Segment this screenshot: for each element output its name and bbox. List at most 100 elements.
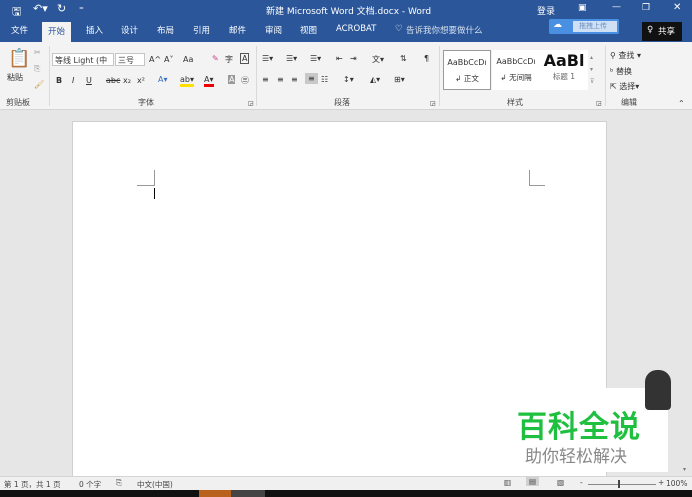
web-layout-icon[interactable]: ▧ — [557, 478, 564, 487]
tell-me-input[interactable]: 告诉我你想要做什么 — [406, 24, 483, 36]
tab-file[interactable]: 文件 — [11, 24, 28, 36]
paste-icon[interactable]: 📋 — [8, 48, 30, 69]
tab-mailings[interactable]: 邮件 — [229, 24, 246, 36]
tab-insert[interactable]: 插入 — [86, 24, 103, 36]
shading-icon[interactable]: ◭▾ — [370, 75, 380, 84]
enclose-char-icon[interactable]: ㊂ — [241, 75, 249, 86]
highlight-icon[interactable]: ab▾ — [180, 75, 194, 87]
font-size-select[interactable]: 三号 — [115, 53, 145, 66]
style-normal[interactable]: AaBbCcDı ↲ 正文 — [443, 50, 491, 90]
styles-scroll-icon[interactable]: ▴ ▾ ⊽ — [590, 52, 594, 88]
style-heading-1[interactable]: AaBl 标题 1 — [540, 50, 588, 90]
print-layout-icon[interactable]: ▤ — [526, 477, 540, 486]
style-no-spacing[interactable]: AaBbCcDı ↲ 无间隔 — [492, 50, 540, 90]
collapse-ribbon-icon[interactable]: ⌃ — [678, 99, 685, 108]
change-case-button[interactable]: Aa — [183, 55, 193, 64]
upload-button[interactable]: ☁ 拖拽上传 — [549, 19, 619, 34]
zoom-in-button[interactable]: + — [658, 478, 664, 487]
subscript-button[interactable]: x₂ — [123, 76, 131, 85]
font-color-icon[interactable]: A▾ — [204, 75, 214, 87]
paragraph-dialog-launcher[interactable]: ◲ — [430, 100, 436, 107]
word-count[interactable]: 0 个字 — [79, 479, 101, 490]
tab-acrobat[interactable]: ACROBAT — [336, 24, 376, 34]
redo-icon[interactable]: ↻ — [57, 2, 66, 15]
customize-qat-icon[interactable]: ₌ — [79, 3, 84, 13]
zoom-slider[interactable] — [588, 484, 656, 485]
scroll-down-icon[interactable]: ▾ — [683, 466, 686, 473]
restore-icon[interactable]: ❐ — [642, 3, 650, 13]
watermark-title: 百科全说 — [517, 410, 641, 445]
font-dialog-launcher[interactable]: ◲ — [248, 100, 254, 107]
zoom-level[interactable]: 100% — [666, 479, 687, 488]
distribute-icon[interactable]: ☷ — [321, 75, 328, 84]
minimize-icon[interactable]: — — [612, 2, 621, 12]
find-label: 查找 — [618, 51, 635, 60]
increase-indent-icon[interactable]: ⇥ — [350, 54, 357, 63]
select-button[interactable]: ⇱ 选择▾ — [610, 81, 639, 92]
align-right-icon[interactable]: ≡ — [291, 75, 298, 84]
watermark: 百科全说 助你轻松解决 — [503, 388, 668, 472]
shrink-font-button[interactable]: A˅ — [164, 55, 173, 64]
zoom-slider-thumb[interactable] — [618, 480, 620, 488]
language[interactable]: 中文(中国) — [137, 479, 173, 490]
sort-icon[interactable]: ⇅ — [400, 54, 407, 63]
window-title: 新建 Microsoft Word 文档.docx - Word — [266, 7, 432, 17]
login-button[interactable]: 登录 — [537, 4, 555, 17]
cloud-icon: ☁ — [553, 20, 562, 30]
strikethrough-button[interactable]: abc — [106, 76, 120, 85]
tab-layout[interactable]: 布局 — [157, 24, 174, 36]
grow-font-button[interactable]: A^ — [149, 55, 161, 64]
char-shading-icon[interactable]: A — [228, 75, 236, 84]
tab-view[interactable]: 视图 — [300, 24, 317, 36]
page-count[interactable]: 第 1 页，共 1 页 — [4, 479, 61, 490]
underline-button[interactable]: U — [86, 76, 92, 85]
read-mode-icon[interactable]: ▥ — [504, 478, 511, 487]
bold-button[interactable]: B — [56, 76, 62, 85]
char-border-icon[interactable]: A — [240, 53, 250, 64]
text-effects-icon[interactable]: A▾ — [158, 75, 168, 84]
ribbon-display-icon[interactable]: ▣ — [578, 3, 587, 13]
font-group-label: 字体 — [138, 98, 154, 107]
superscript-button[interactable]: x² — [137, 76, 145, 85]
undo-icon[interactable]: ↶▾ — [33, 2, 48, 15]
line-spacing-icon[interactable]: ↕▾ — [343, 75, 354, 84]
paste-button[interactable]: 粘贴 — [7, 72, 23, 83]
justify-icon[interactable]: ≡ — [305, 73, 318, 84]
bullets-icon[interactable]: ☰▾ — [262, 54, 273, 63]
clear-format-icon[interactable]: ✎ — [212, 54, 219, 63]
tab-review[interactable]: 审阅 — [265, 24, 282, 36]
text-cursor — [154, 188, 155, 199]
align-center-icon[interactable]: ≡ — [277, 75, 284, 84]
font-name-select[interactable]: 等线 Light (中 — [52, 53, 114, 66]
phonetic-icon[interactable]: 字 — [225, 54, 233, 65]
format-painter-icon[interactable]: 🖌 — [34, 80, 44, 89]
tab-design[interactable]: 设计 — [121, 24, 138, 36]
vertical-scrollbar[interactable]: ▾ — [680, 110, 692, 476]
multilevel-list-icon[interactable]: ☰▾ — [310, 54, 321, 63]
find-button[interactable]: ⚲ 查找 ▾ — [610, 50, 641, 61]
numbering-icon[interactable]: ☰▾ — [286, 54, 297, 63]
select-label: 选择 — [619, 82, 636, 91]
taskbar-app-word[interactable] — [199, 490, 231, 497]
styles-dialog-launcher[interactable]: ◲ — [596, 100, 602, 107]
proofing-icon[interactable]: ⎘ — [116, 478, 122, 488]
tab-references[interactable]: 引用 — [193, 24, 210, 36]
tab-home[interactable]: 开始 — [42, 22, 72, 42]
replace-button[interactable]: ᵇ 替换 — [610, 66, 632, 77]
copy-icon[interactable]: ⎘ — [34, 64, 40, 74]
close-icon[interactable]: ✕ — [673, 2, 681, 13]
paragraph-group-label: 段落 — [334, 98, 350, 107]
show-marks-icon[interactable]: ¶ — [424, 54, 429, 63]
share-button[interactable]: ♀ 共享 — [642, 22, 682, 41]
margin-mark-top-left — [137, 170, 155, 186]
cut-icon[interactable]: ✂ — [34, 48, 41, 57]
decrease-indent-icon[interactable]: ⇤ — [336, 54, 343, 63]
align-left-icon[interactable]: ≡ — [262, 75, 269, 84]
taskbar-app[interactable] — [231, 490, 265, 497]
style-preview: AaBbCcDı — [447, 58, 487, 67]
asian-layout-icon[interactable]: 文▾ — [372, 54, 384, 65]
italic-button[interactable]: I — [72, 76, 74, 85]
person-icon: ♀ — [647, 25, 654, 35]
borders-icon[interactable]: ⊞▾ — [394, 75, 405, 84]
zoom-out-button[interactable]: - — [580, 478, 583, 487]
